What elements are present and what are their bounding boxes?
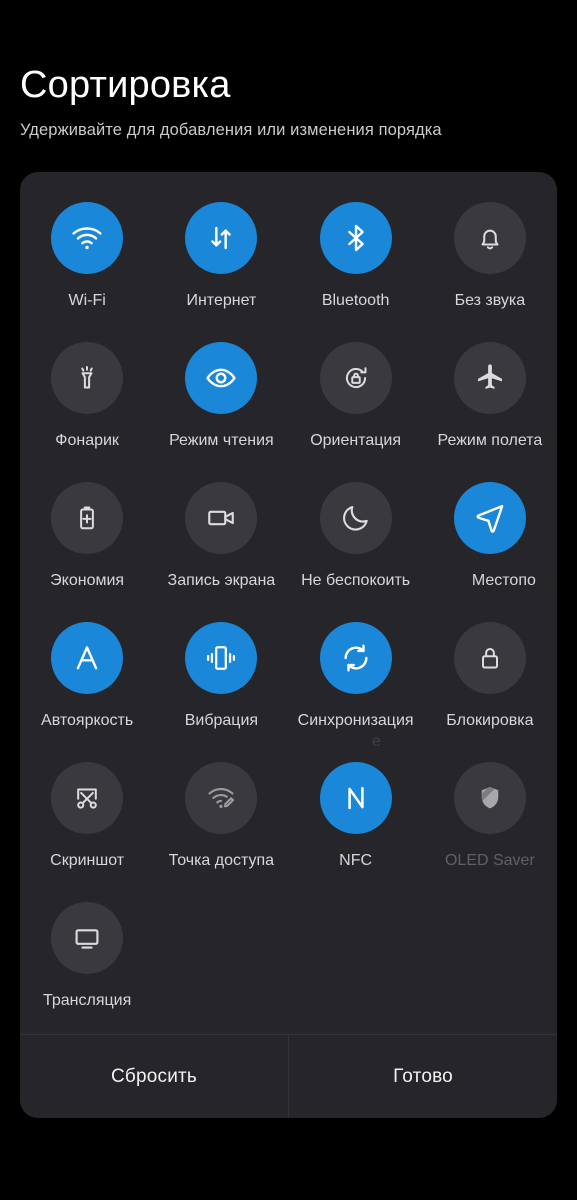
quick-setting-tile[interactable]: OLED Saver bbox=[423, 754, 557, 894]
quick-setting-tile[interactable]: Без звука bbox=[423, 194, 557, 334]
page-title: Сортировка bbox=[20, 64, 231, 106]
tiles-card: Wi-Fi Интернет Bluetooth Без звука Фонарик Ре… bbox=[20, 172, 557, 1118]
quick-setting-tile[interactable]: Фонарик bbox=[20, 334, 154, 474]
tile-label: Точка доступа bbox=[168, 852, 275, 869]
quick-setting-tile[interactable]: Интернет bbox=[154, 194, 288, 334]
flashlight-icon[interactable] bbox=[51, 342, 124, 414]
tile-label: Интернет bbox=[186, 292, 257, 309]
shield-icon[interactable] bbox=[453, 762, 526, 834]
tile-label: Ориентация bbox=[310, 432, 402, 449]
tile-label: Вибрация bbox=[184, 712, 259, 729]
quick-setting-tile[interactable]: Не беспокоить bbox=[289, 474, 423, 614]
quick-setting-tile[interactable]: Режим полета bbox=[423, 334, 557, 474]
sync-icon[interactable] bbox=[319, 622, 392, 694]
data-transfer-icon[interactable] bbox=[185, 202, 258, 274]
bell-icon[interactable] bbox=[453, 202, 526, 274]
rotation-lock-icon[interactable] bbox=[319, 342, 392, 414]
quick-setting-tile[interactable]: Синхронизация bbox=[289, 614, 423, 754]
tile-label: Wi-Fi bbox=[68, 292, 106, 309]
page-subtitle: Удерживайте для добавления или изменения… bbox=[20, 121, 442, 139]
quick-setting-tile[interactable]: Точка доступа bbox=[154, 754, 288, 894]
cast-icon[interactable] bbox=[51, 902, 124, 974]
quick-setting-tile[interactable]: Bluetooth bbox=[289, 194, 423, 334]
tile-label: Экономия bbox=[50, 572, 125, 589]
tile-label: Запись экрана bbox=[167, 572, 276, 589]
tile-label: Блокировка bbox=[446, 712, 534, 729]
tile-label: Не беспокоить bbox=[301, 572, 411, 589]
tile-label: Скриншот bbox=[50, 852, 125, 869]
screenshot-icon[interactable] bbox=[51, 762, 124, 834]
vibration-icon[interactable] bbox=[185, 622, 258, 694]
bluetooth-icon[interactable] bbox=[319, 202, 392, 274]
tile-label: Трансляция bbox=[42, 992, 132, 1009]
quick-setting-tile[interactable]: Блокировка bbox=[423, 614, 557, 754]
reset-button[interactable]: Сбросить bbox=[20, 1035, 288, 1118]
footer-actions: Сбросить Готово bbox=[20, 1034, 557, 1118]
tile-label: Bluetooth bbox=[321, 292, 390, 309]
done-button[interactable]: Готово bbox=[289, 1035, 557, 1118]
tile-label: Без звука bbox=[454, 292, 526, 309]
tile-label: Режим полета bbox=[437, 432, 543, 449]
tile-label: Синхронизация bbox=[297, 712, 414, 729]
quick-setting-tile[interactable]: Запись экрана bbox=[154, 474, 288, 614]
screen-record-icon[interactable] bbox=[185, 482, 258, 554]
quick-setting-tile[interactable]: Экономия bbox=[20, 474, 154, 614]
tile-label: Режим чтения bbox=[169, 432, 274, 449]
airplane-icon[interactable] bbox=[453, 342, 526, 414]
quick-setting-tile[interactable]: Автояркость bbox=[20, 614, 154, 754]
location-arrow-icon[interactable] bbox=[453, 482, 526, 554]
quick-setting-tile[interactable]: Режим чтения bbox=[154, 334, 288, 474]
quick-setting-tile[interactable]: Wi-Fi bbox=[20, 194, 154, 334]
quick-setting-tile[interactable]: Местопо bbox=[423, 474, 557, 614]
nfc-icon[interactable] bbox=[319, 762, 392, 834]
auto-brightness-icon[interactable] bbox=[51, 622, 124, 694]
quick-settings-edit-screen: Сортировка Удерживайте для добавления ил… bbox=[0, 0, 577, 1200]
tile-label: OLED Saver bbox=[444, 852, 535, 869]
battery-saver-icon[interactable] bbox=[51, 482, 124, 554]
tile-grid: Wi-Fi Интернет Bluetooth Без звука Фонарик Ре… bbox=[20, 194, 557, 1034]
overflow-label-fragment: е bbox=[372, 733, 381, 750]
quick-setting-tile[interactable]: Вибрация bbox=[154, 614, 288, 754]
tile-label: Автояркость bbox=[41, 712, 134, 729]
tile-label: NFC bbox=[339, 852, 373, 869]
quick-setting-tile[interactable]: Ориентация bbox=[289, 334, 423, 474]
wifi-icon[interactable] bbox=[51, 202, 124, 274]
quick-setting-tile[interactable]: Трансляция bbox=[20, 894, 154, 1034]
header: Сортировка Удерживайте для добавления ил… bbox=[20, 62, 557, 140]
tile-label: Фонарик bbox=[55, 432, 119, 449]
quick-setting-tile[interactable]: NFC bbox=[289, 754, 423, 894]
moon-icon[interactable] bbox=[319, 482, 392, 554]
tile-label: Местопо bbox=[471, 572, 536, 589]
quick-setting-tile[interactable]: Скриншот bbox=[20, 754, 154, 894]
eye-icon[interactable] bbox=[185, 342, 258, 414]
hotspot-icon[interactable] bbox=[185, 762, 258, 834]
lock-icon[interactable] bbox=[453, 622, 526, 694]
